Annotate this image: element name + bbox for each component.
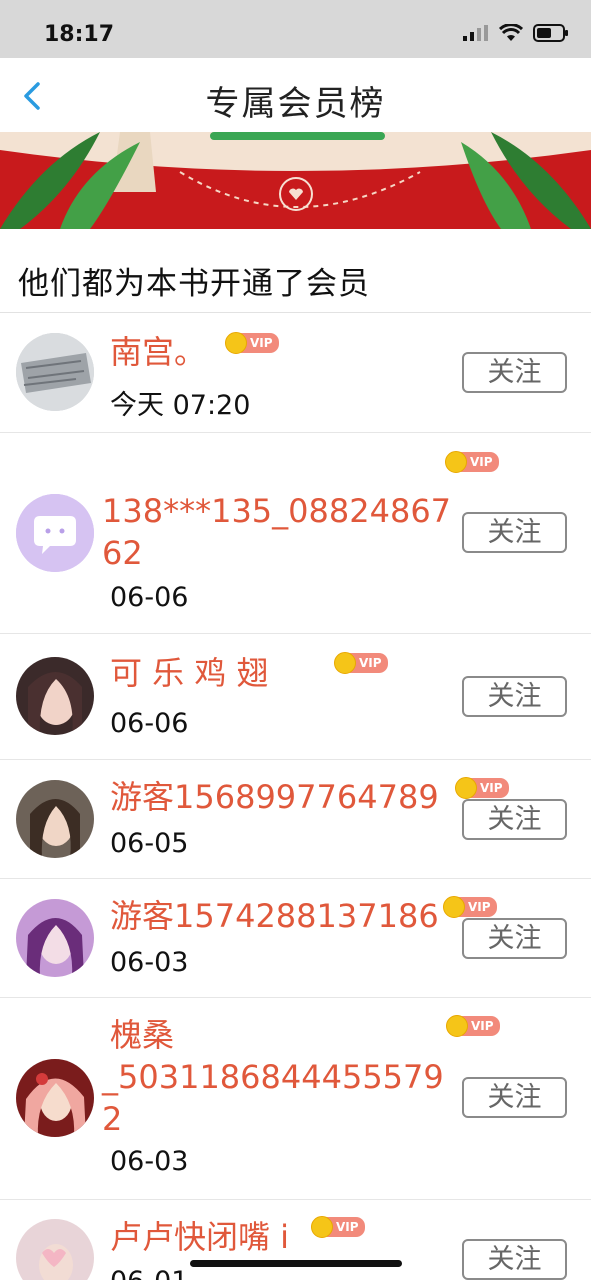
follow-button[interactable]: 关注 xyxy=(462,799,567,840)
vip-badge: VIP xyxy=(311,1216,365,1238)
member-row[interactable]: 游客1568997764789 VIP 06-05 关注 xyxy=(0,760,591,879)
follow-button[interactable]: 关注 xyxy=(462,352,567,393)
member-name[interactable]: 可 乐 鸡 翅 xyxy=(110,652,269,694)
vip-badge: VIP xyxy=(445,451,499,473)
follow-button[interactable]: 关注 xyxy=(462,512,567,553)
crown-icon xyxy=(225,332,247,354)
avatar[interactable] xyxy=(16,333,94,411)
follow-button[interactable]: 关注 xyxy=(462,918,567,959)
status-bar: 18:17 xyxy=(0,0,591,58)
crown-icon xyxy=(445,451,467,473)
member-date: 06-06 xyxy=(110,582,189,613)
follow-button[interactable]: 关注 xyxy=(462,676,567,717)
avatar[interactable] xyxy=(16,657,94,735)
member-name[interactable]: 卢卢快闭嘴 i xyxy=(110,1216,289,1258)
nav-bar: 专属会员榜 xyxy=(0,58,591,132)
vip-badge: VIP xyxy=(334,652,388,674)
member-date: 今天 07:20 xyxy=(110,390,251,421)
vip-badge: VIP xyxy=(446,1015,500,1037)
crown-icon xyxy=(334,652,356,674)
avatar[interactable] xyxy=(16,494,94,572)
member-date: 06-03 xyxy=(110,947,189,978)
crown-icon xyxy=(455,777,477,799)
status-time: 18:17 xyxy=(44,22,115,47)
avatar[interactable] xyxy=(16,1059,94,1137)
member-date: 06-05 xyxy=(110,828,189,859)
signal-icon xyxy=(463,25,488,41)
crown-icon xyxy=(443,896,465,918)
home-indicator xyxy=(190,1260,402,1267)
member-row[interactable]: 槐桑 _5031186844455579 2 VIP 06-03 关注 xyxy=(0,998,591,1200)
member-date: 06-01 xyxy=(110,1266,188,1280)
vip-badge: VIP xyxy=(225,332,279,354)
member-row[interactable]: 卢卢快闭嘴 i VIP 06-01 关注 xyxy=(0,1200,591,1280)
page-title: 专属会员榜 xyxy=(205,84,386,124)
follow-button[interactable]: 关注 xyxy=(462,1077,567,1118)
crown-icon xyxy=(311,1216,333,1238)
vip-badge: VIP xyxy=(443,896,497,918)
vip-badge: VIP xyxy=(455,777,509,799)
follow-button[interactable]: 关注 xyxy=(462,1239,567,1280)
avatar[interactable] xyxy=(16,1219,94,1280)
member-name[interactable]: 南宫。 xyxy=(110,331,206,373)
member-row[interactable]: 游客1574288137186 VIP 06-03 关注 xyxy=(0,879,591,998)
crown-icon xyxy=(446,1015,468,1037)
battery-icon xyxy=(533,24,568,42)
member-date: 06-03 xyxy=(110,1146,189,1177)
section-title: 他们都为本书开通了会员 xyxy=(18,266,370,302)
member-row[interactable]: VIP 138***135_08824867 62 06-06 关注 xyxy=(0,433,591,634)
member-name[interactable]: 槐桑 _5031186844455579 2 xyxy=(102,1014,444,1140)
avatar[interactable] xyxy=(16,780,94,858)
status-icons xyxy=(463,24,569,42)
member-date: 06-06 xyxy=(110,708,189,739)
banner-image xyxy=(0,132,591,229)
member-name[interactable]: 138***135_08824867 62 xyxy=(102,490,451,574)
wifi-icon xyxy=(499,24,523,41)
member-row[interactable]: 可 乐 鸡 翅 VIP 06-06 关注 xyxy=(0,634,591,760)
member-row[interactable]: 南宫。 VIP 今天 07:20 关注 xyxy=(0,313,591,433)
avatar[interactable] xyxy=(16,899,94,977)
chat-icon xyxy=(16,494,94,572)
member-name[interactable]: 游客1568997764789 xyxy=(110,776,439,818)
member-name[interactable]: 游客1574288137186 xyxy=(110,895,439,937)
